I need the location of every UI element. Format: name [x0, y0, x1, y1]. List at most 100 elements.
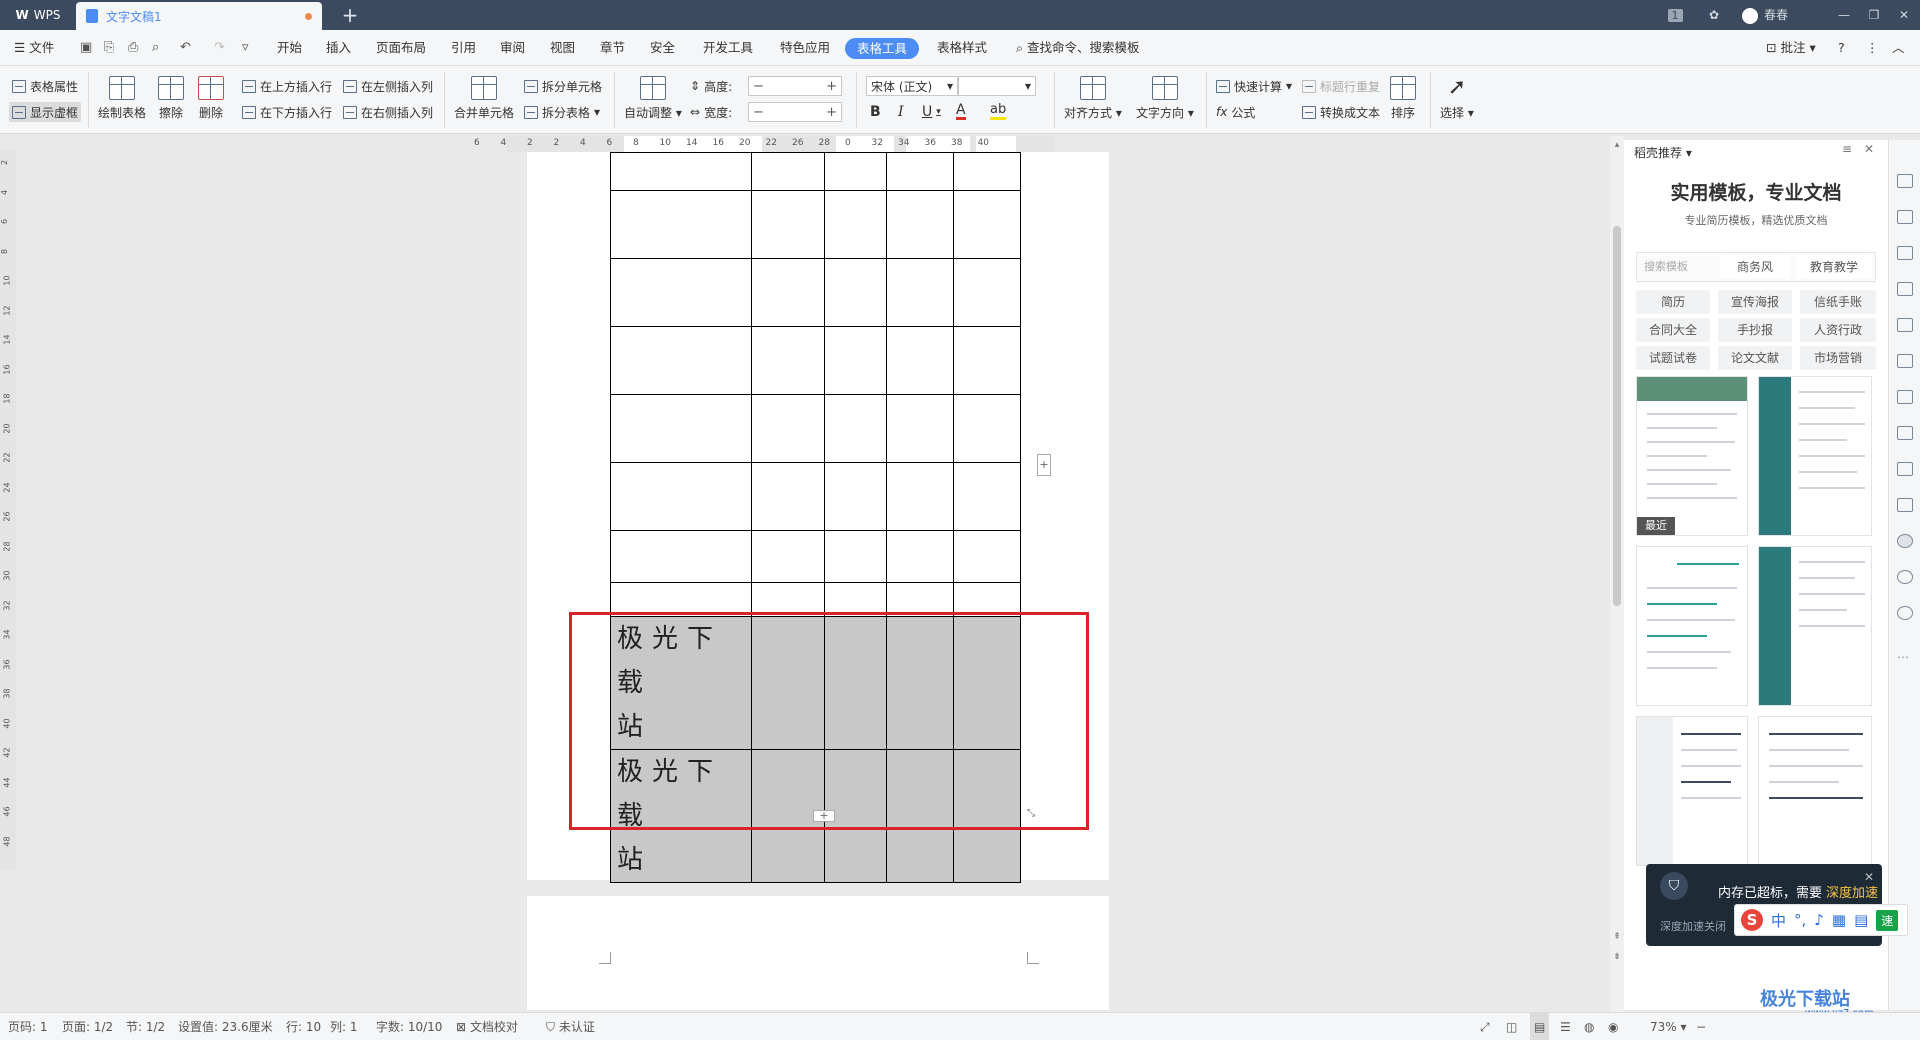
document-icon[interactable] [1897, 390, 1913, 404]
vertical-ruler[interactable]: 2 4 6 8 10 12 14 16 18 20 22 24 26 28 30 32 34 36 38 40 42 44… [0, 150, 16, 870]
scroll-up-icon[interactable]: ▴ [1610, 140, 1624, 152]
insert-col-right-button[interactable]: 在右侧插入列 [343, 102, 433, 122]
table-cell[interactable] [610, 190, 752, 259]
tag-resume[interactable]: 简历 [1636, 290, 1710, 314]
table-cell[interactable] [823, 190, 888, 259]
delete-button[interactable]: 删除 [198, 76, 224, 121]
table-cell[interactable] [610, 152, 752, 191]
format-painter-icon[interactable]: ⎘ [104, 30, 114, 66]
table-cell[interactable] [750, 258, 825, 327]
table-cell[interactable] [823, 462, 888, 531]
history-icon[interactable] [1897, 570, 1913, 584]
menu-chapter[interactable]: 章节 [600, 30, 625, 66]
word-count[interactable]: 字数: 10/10 [376, 1013, 442, 1040]
image-icon[interactable] [1897, 498, 1913, 512]
minimize-button[interactable]: — [1832, 0, 1856, 30]
table-cell[interactable] [823, 530, 888, 583]
decrease-width-button[interactable]: − [753, 105, 764, 120]
table-cell[interactable] [886, 152, 955, 191]
table-cell[interactable] [886, 258, 955, 327]
table-cell[interactable] [610, 462, 752, 531]
table-cell[interactable] [750, 326, 825, 395]
table-cell[interactable] [953, 530, 1021, 583]
convert-to-text-button[interactable]: 转换成文本 [1302, 102, 1380, 122]
maximize-button[interactable]: ❐ [1862, 0, 1886, 30]
formula-button[interactable]: fx 公式 [1216, 102, 1255, 122]
repeat-header-button[interactable]: 标题行重复 [1302, 76, 1380, 96]
web-view-icon[interactable]: ◍ [1584, 1013, 1594, 1040]
window-count-badge[interactable]: 1 [1664, 0, 1686, 30]
customize-quick-access-icon[interactable]: ▿ [242, 30, 249, 66]
table-cell[interactable] [823, 394, 888, 463]
close-panel-icon[interactable]: ✕ [1864, 142, 1874, 156]
deep-accel-link[interactable]: 深度加速 [1826, 886, 1878, 901]
page-number[interactable]: 页码: 1 [8, 1013, 48, 1040]
table-cell[interactable] [610, 258, 752, 327]
erase-button[interactable]: 擦除 [158, 76, 184, 121]
text-direction-button[interactable]: 文字方向 ▾ [1136, 76, 1194, 121]
ime-toolbar[interactable]: S 中 °, ♪ ▦ ▤ 速 [1734, 904, 1908, 936]
outline-view-icon[interactable]: ☰ [1560, 1013, 1571, 1040]
close-window-button[interactable]: ✕ [1892, 0, 1916, 30]
keyboard-icon[interactable]: ▦ [1832, 911, 1846, 929]
ime-language[interactable]: 中 [1771, 910, 1786, 931]
fullscreen-icon[interactable]: ⤢ [1480, 1013, 1490, 1040]
auth-status[interactable]: ⛉ 未认证 [546, 1013, 595, 1040]
table-cell[interactable] [953, 190, 1021, 259]
draw-table-button[interactable]: 绘制表格 [98, 76, 146, 121]
merge-cells-button[interactable]: 合并单元格 [454, 76, 514, 121]
select-button[interactable]: ➚ 选择 ▾ [1440, 76, 1474, 121]
decrease-height-button[interactable]: − [753, 79, 764, 94]
menu-special[interactable]: 特色应用 [780, 30, 830, 66]
menu-security[interactable]: 安全 [650, 30, 675, 66]
insert-row-above-button[interactable]: 在上方插入行 [242, 76, 332, 96]
zoom-select[interactable]: 73% ▾ [1650, 1013, 1687, 1040]
template-thumbnail[interactable] [1758, 546, 1872, 706]
document-tab[interactable]: 文字文稿1 [76, 2, 322, 30]
underline-button[interactable]: U ▾ [922, 102, 941, 122]
read-mode-icon[interactable]: ◫ [1506, 1013, 1517, 1040]
page-down-icon[interactable]: ⇟ [1610, 952, 1624, 966]
settings-icon[interactable] [1897, 354, 1913, 368]
vertical-scrollbar[interactable]: ▴ ⇞ ⇟ [1610, 136, 1624, 1012]
menu-developer[interactable]: 开发工具 [703, 30, 753, 66]
new-tab-button[interactable]: + [336, 3, 364, 27]
skin-icon[interactable]: ✿ [1700, 0, 1728, 30]
template-thumbnail[interactable] [1636, 546, 1748, 706]
table-cell[interactable] [953, 258, 1021, 327]
horizontal-ruler[interactable]: 6 4 2 2 4 6 8 10 14 16 20 22 26 28 0 32 34 36 38 40 [474, 136, 1054, 152]
table-cell[interactable] [823, 152, 888, 191]
proofread-button[interactable]: ⊠ 文档校对 [456, 1013, 518, 1040]
accelerate-button[interactable]: 速 [1876, 909, 1899, 931]
table-cell[interactable] [610, 326, 752, 395]
template-thumbnail[interactable] [1758, 716, 1872, 866]
template-thumbnail[interactable]: 最近 [1636, 376, 1748, 536]
italic-button[interactable]: I [898, 102, 904, 122]
col-width-stepper[interactable]: − + [748, 102, 842, 122]
table-cell[interactable] [886, 326, 955, 395]
insert-row-below-button[interactable]: 在下方插入行 [242, 102, 332, 122]
close-popup-icon[interactable]: ✕ [1864, 870, 1874, 884]
table-cell[interactable] [750, 152, 825, 191]
tag-contract[interactable]: 合同大全 [1636, 318, 1710, 342]
eye-care-icon[interactable]: ◉ [1608, 1013, 1618, 1040]
table-cell[interactable] [953, 326, 1021, 395]
increase-width-button[interactable]: + [826, 105, 837, 120]
auto-adjust-button[interactable]: 自动调整 ▾ [624, 76, 682, 121]
print-preview-icon[interactable]: ⌕ [152, 30, 159, 66]
increase-height-button[interactable]: + [826, 79, 837, 94]
style-icon[interactable] [1897, 282, 1913, 296]
sort-button[interactable]: 排序 [1390, 76, 1416, 121]
table-properties-button[interactable]: 表格属性 [12, 76, 78, 96]
table-cell[interactable] [823, 258, 888, 327]
collapse-ribbon-icon[interactable]: ︿ [1892, 30, 1905, 66]
menu-table-tools[interactable]: 表格工具 [845, 38, 920, 59]
tag-handwritten[interactable]: 手抄报 [1718, 318, 1792, 342]
font-size-select[interactable]: ▾ [958, 76, 1036, 96]
tab-business[interactable]: 商务风 [1720, 255, 1790, 279]
help-icon[interactable]: ? [1838, 30, 1845, 66]
menu-table-style[interactable]: 表格样式 [937, 30, 987, 66]
alignment-button[interactable]: 对齐方式 ▾ [1064, 76, 1122, 121]
share-icon[interactable] [1897, 426, 1913, 440]
save-icon[interactable]: ▣ [80, 30, 92, 66]
